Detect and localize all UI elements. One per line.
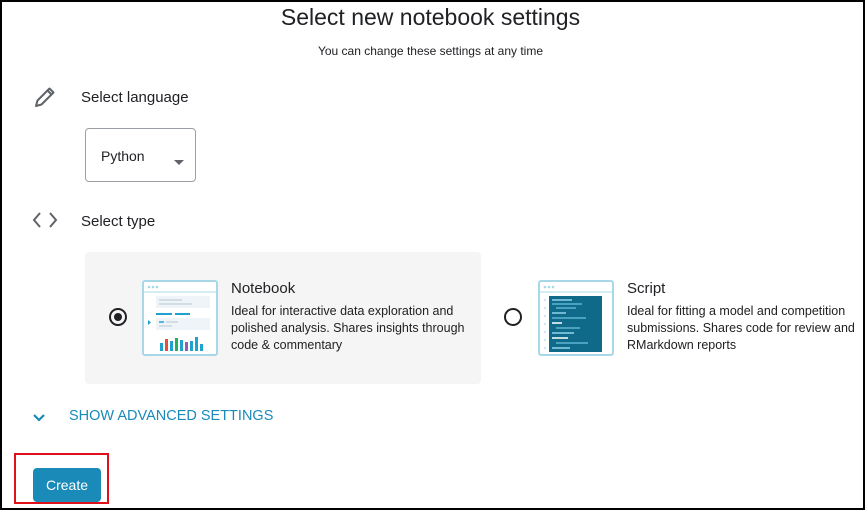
code-brackets-icon — [32, 210, 58, 235]
chevron-down-icon — [32, 410, 46, 428]
notebook-radio[interactable] — [109, 308, 127, 326]
pencil-icon — [32, 84, 58, 115]
language-dropdown-value: Python — [101, 148, 145, 164]
notebook-title: Notebook — [231, 280, 296, 297]
show-advanced-settings-label: SHOW ADVANCED SETTINGS — [69, 408, 274, 424]
page-title: Select new notebook settings — [280, 4, 581, 30]
create-button[interactable]: Create — [33, 468, 101, 502]
type-option-notebook[interactable]: Notebook Ideal for interactive data expl… — [85, 252, 481, 384]
script-title: Script — [627, 280, 666, 297]
page-subtitle: You can change these settings at any tim… — [317, 44, 544, 58]
select-language-label: Select language — [81, 89, 189, 106]
select-type-label: Select type — [81, 213, 156, 230]
notebook-thumbnail-icon — [142, 280, 218, 361]
script-radio[interactable] — [504, 308, 522, 326]
type-option-script[interactable]: Script Ideal for fitting a model and com… — [480, 252, 860, 384]
caret-down-icon — [173, 153, 185, 171]
language-dropdown[interactable]: Python — [85, 128, 196, 182]
script-description: Ideal for fitting a model and competitio… — [627, 304, 855, 352]
script-thumbnail-icon — [538, 280, 614, 361]
notebook-description: Ideal for interactive data exploration a… — [231, 304, 465, 352]
